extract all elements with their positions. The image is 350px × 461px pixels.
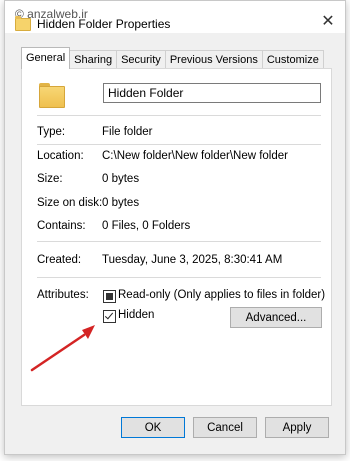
tab-previous-versions[interactable]: Previous Versions [164,50,263,69]
close-button[interactable]: ✕ [321,14,335,30]
size-on-disk-label: Size on disk: [37,197,103,209]
readonly-label: Read-only (Only applies to files in fold… [118,289,326,301]
tab-security[interactable]: Security [116,50,166,69]
tab-customize[interactable]: Customize [261,50,324,69]
folder-icon [15,15,31,31]
tab-sharing[interactable]: Sharing [69,50,118,69]
attributes-label: Attributes: [37,289,89,301]
ok-button[interactable]: OK [121,417,185,438]
contains-label: Contains: [37,220,86,232]
size-on-disk-value: 0 bytes [102,197,140,209]
divider [37,144,321,145]
type-value: File folder [102,126,153,138]
folder-name-input[interactable] [103,83,321,103]
contains-value: 0 Files, 0 Folders [102,220,191,232]
advanced-button[interactable]: Advanced... [230,307,322,328]
location-value: C:\New folder\New folder\New folder [102,150,288,162]
divider [37,241,321,242]
hidden-checkbox[interactable] [103,310,116,323]
type-label: Type: [37,126,66,138]
readonly-checkbox[interactable] [103,290,116,303]
divider [37,277,321,278]
properties-dialog: © anzalweb.ir Hidden Folder Properties ✕… [4,0,346,455]
cancel-button[interactable]: Cancel [193,417,257,438]
window-title: Hidden Folder Properties [37,17,171,31]
created-value: Tuesday, June 3, 2025, 8:30:41 AM [102,254,283,266]
title-bar: © anzalweb.ir Hidden Folder Properties ✕ [5,1,345,33]
apply-button[interactable]: Apply [265,417,329,438]
hidden-label: Hidden [118,309,155,321]
general-tab-panel: Type: File folder Location: C:\New folde… [21,68,332,406]
size-value: 0 bytes [102,173,140,185]
tab-strip: General Sharing Security Previous Versio… [21,47,324,69]
tab-general[interactable]: General [21,47,71,69]
created-label: Created: [37,254,82,266]
divider [37,115,321,116]
folder-large-icon [39,83,65,108]
location-label: Location: [37,150,84,162]
size-label: Size: [37,173,63,185]
